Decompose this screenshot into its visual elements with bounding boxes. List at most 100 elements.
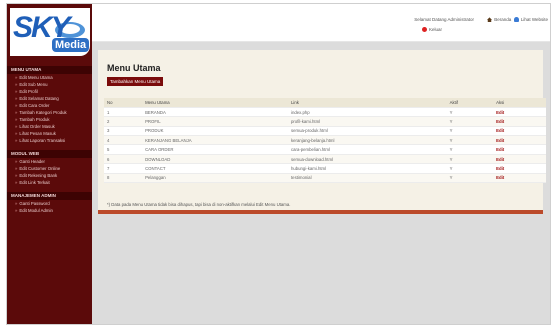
add-menu-button[interactable]: Tambahkan Menu Utama: [107, 77, 164, 86]
modul-web-section: MODUL WEB Ganti Header Edit Customer Onl…: [7, 150, 92, 186]
column-header-aksi: Aksi: [493, 98, 546, 108]
cell-aktif: Y: [446, 107, 494, 118]
users-icon: [513, 17, 519, 23]
cell-no: 1: [104, 107, 143, 118]
cell-aksi: Edit: [493, 135, 546, 146]
cell-link: semua-download.html: [287, 154, 447, 165]
cell-aktif: Y: [446, 144, 494, 155]
top-bar: Selamat Datang Administrator Beranda Lih…: [92, 4, 550, 42]
cell-link: keranjang-belanja.html: [287, 135, 447, 146]
cell-no: 7: [104, 163, 143, 174]
sidebar-item-ganti-header[interactable]: Ganti Header: [7, 158, 92, 165]
menu-utama-panel: Menu Utama Tambahkan Menu Utama No Menu …: [98, 50, 546, 210]
cell-no: 5: [104, 144, 143, 155]
column-header-aktif: Aktif: [446, 98, 494, 108]
welcome-text: Selamat Datang Administrator: [414, 17, 474, 22]
table-row: 7 CONTACT hubungi-kami.html Y Edit: [104, 163, 546, 174]
edit-link[interactable]: Edit: [496, 157, 504, 162]
cell-no: 8: [104, 173, 143, 184]
edit-link[interactable]: Edit: [496, 166, 504, 171]
manajemen-admin-section: MANAJEMEN ADMIN Ganti Password Edit Modu…: [7, 192, 92, 214]
cell-link: profil-kami.html: [287, 116, 447, 127]
table-row: 5 CARA ORDER cara-pembelian.html Y Edit: [104, 144, 546, 155]
cell-aksi: Edit: [493, 144, 546, 155]
sidebar-item-rekening-bank[interactable]: Edit Rekening Bank: [7, 172, 92, 179]
cell-aksi: Edit: [493, 126, 546, 137]
table-row: 8 Pelanggan testimonial Y Edit: [104, 173, 546, 184]
table-row: 4 KERANJANG BELANJA keranjang-belanja.ht…: [104, 135, 546, 146]
table-footnote: *) Data pada Menu Utama tidak bisa dihap…: [107, 202, 291, 207]
cell-menu: Pelanggan: [142, 173, 288, 184]
header-links: Beranda Lihat Website: [486, 17, 548, 23]
cell-aktif: Y: [446, 173, 494, 184]
cell-aksi: Edit: [493, 173, 546, 184]
sidebar-item-edit-profil[interactable]: Edit Profil: [7, 88, 92, 95]
sidebar-item-tambah-produk[interactable]: Tambah Produk: [7, 116, 92, 123]
cell-aksi: Edit: [493, 116, 546, 127]
edit-link[interactable]: Edit: [496, 138, 504, 143]
cell-no: 2: [104, 116, 143, 127]
logout-link[interactable]: Keluar: [422, 27, 442, 33]
panel-footer-bar: [98, 210, 543, 214]
cell-no: 6: [104, 154, 143, 165]
column-header-no: No: [104, 98, 143, 108]
sidebar-item-order-masuk[interactable]: Lihat Order Masuk: [7, 123, 92, 130]
cell-aksi: Edit: [493, 107, 546, 118]
edit-link[interactable]: Edit: [496, 128, 504, 133]
sidebar-item-edit-sub-menu[interactable]: Edit Sub Menu: [7, 81, 92, 88]
cell-no: 4: [104, 135, 143, 146]
table-row: 3 PRODUK semua-produk.html Y Edit: [104, 126, 546, 137]
sidebar-item-edit-cara-order[interactable]: Edit Cara Order: [7, 102, 92, 109]
site-logo[interactable]: SKY Media: [10, 8, 90, 56]
edit-link[interactable]: Edit: [496, 119, 504, 124]
cell-aktif: Y: [446, 163, 494, 174]
sidebar-item-customer-online[interactable]: Edit Customer Online: [7, 165, 92, 172]
sidebar-item-pesan-masuk[interactable]: Lihat Pesan Masuk: [7, 130, 92, 137]
sidebar-item-laporan-transaksi[interactable]: Lihat Laporan Transaksi: [7, 137, 92, 144]
table-header-row: No Menu Utama Link Aktif Aksi: [104, 98, 546, 108]
cell-no: 3: [104, 126, 143, 137]
cell-link: hubungi-kami.html: [287, 163, 447, 174]
menu-section-title: MENU UTAMA: [7, 66, 92, 74]
table-row: 2 PROFIL profil-kami.html Y Edit: [104, 116, 546, 127]
sidebar-item-tambah-kategori[interactable]: Tambah Kategori Produk: [7, 109, 92, 116]
cell-menu: DOWNLOAD: [142, 154, 288, 165]
cell-menu: KERANJANG BELANJA: [142, 135, 288, 146]
sidebar-item-edit-selamat-datang[interactable]: Edit Selamat Datang: [7, 95, 92, 102]
edit-link[interactable]: Edit: [496, 175, 504, 180]
menu-section-title: MODUL WEB: [7, 150, 92, 158]
menu-table: No Menu Utama Link Aktif Aksi 1 BERANDA …: [104, 98, 546, 184]
edit-link[interactable]: Edit: [496, 147, 504, 152]
admin-window: SKY Media MENU UTAMA Edit Menu Utama Edi…: [6, 3, 551, 325]
cell-aktif: Y: [446, 116, 494, 127]
sidebar: SKY Media MENU UTAMA Edit Menu Utama Edi…: [7, 4, 92, 324]
menu-utama-section: MENU UTAMA Edit Menu Utama Edit Sub Menu…: [7, 66, 92, 144]
column-header-link: Link: [287, 98, 447, 108]
logo-text-media: Media: [52, 38, 90, 52]
table-row: 6 DOWNLOAD semua-download.html Y Edit: [104, 154, 546, 165]
main-content: Menu Utama Tambahkan Menu Utama No Menu …: [92, 42, 550, 324]
cell-aktif: Y: [446, 135, 494, 146]
cell-link: semua-produk.html: [287, 126, 447, 137]
logout-icon: [422, 27, 427, 33]
cell-aksi: Edit: [493, 154, 546, 165]
table-row: 1 BERANDA index.php Y Edit: [104, 107, 546, 118]
lihat-website-link[interactable]: Lihat Website: [521, 17, 548, 22]
column-header-menu: Menu Utama: [142, 98, 288, 108]
sidebar-item-link-terkait[interactable]: Edit Link Terkait: [7, 179, 92, 186]
cell-menu: PRODUK: [142, 126, 288, 137]
edit-link[interactable]: Edit: [496, 110, 504, 115]
cell-menu: CARA ORDER: [142, 144, 288, 155]
cell-menu: BERANDA: [142, 107, 288, 118]
cell-menu: PROFIL: [142, 116, 288, 127]
menu-section-title: MANAJEMEN ADMIN: [7, 192, 92, 200]
cell-aktif: Y: [446, 154, 494, 165]
cell-aktif: Y: [446, 126, 494, 137]
cell-link: cara-pembelian.html: [287, 144, 447, 155]
sidebar-item-edit-menu-utama[interactable]: Edit Menu Utama: [7, 74, 92, 81]
sidebar-item-modul-admin[interactable]: Edit Modul Admin: [7, 207, 92, 214]
beranda-link[interactable]: Beranda: [494, 17, 511, 22]
cell-link: index.php: [287, 107, 447, 118]
sidebar-item-ganti-password[interactable]: Ganti Password: [7, 200, 92, 207]
page-title: Menu Utama: [107, 63, 161, 73]
